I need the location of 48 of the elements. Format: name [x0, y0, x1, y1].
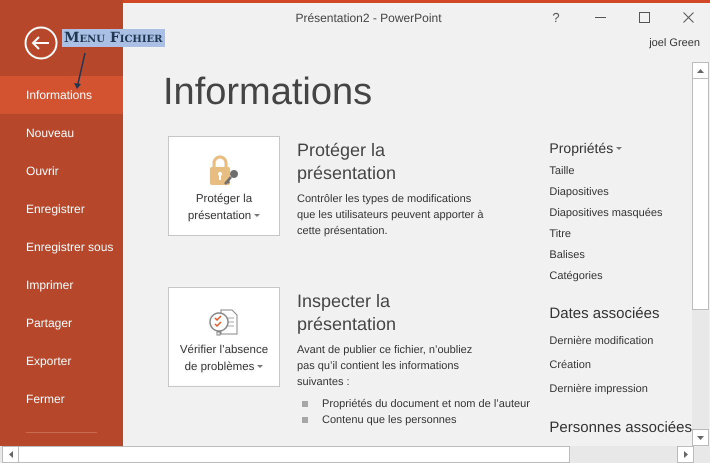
scroll-right-icon[interactable] — [684, 451, 688, 458]
sidebar-item[interactable]: Enregistrer sous — [0, 228, 123, 266]
user-name[interactable]: joel Green — [649, 37, 700, 49]
section-heading: Protéger la présentation — [297, 139, 398, 185]
window-title: Présentation2 - PowerPoint — [294, 10, 443, 24]
dropdown-caret-icon[interactable] — [616, 146, 622, 150]
bullet-text: Contenu que les personnes — [322, 413, 457, 428]
bullet-icon — [302, 401, 308, 407]
close-icon — [682, 12, 694, 23]
maximize-icon — [638, 12, 650, 23]
vertical-scrollbar[interactable] — [692, 62, 709, 446]
property-label: Diapositives masquées — [549, 206, 664, 221]
properties-heading: Personnes associées — [549, 418, 692, 438]
property-label: Dernière modification — [549, 334, 654, 349]
lock-key-icon — [207, 155, 241, 187]
sidebar-item[interactable]: Enregistrer — [0, 190, 123, 228]
help-button[interactable]: ? — [534, 4, 578, 32]
sidebar-item[interactable]: Fermer — [0, 380, 123, 418]
property-label: Catégories — [549, 269, 604, 284]
property-label: Création — [549, 358, 592, 373]
sidebar-item[interactable]: Partager — [0, 304, 123, 342]
horizontal-scrollbar[interactable] — [0, 446, 710, 463]
properties-heading: Dates associées — [549, 304, 660, 324]
section-description: Avant de publier ce fichier, n’oubliez pas qu’il contient les informations suivantes : — [297, 343, 474, 390]
sidebar-item[interactable]: Informations — [0, 76, 123, 114]
property-label: Taille — [549, 164, 576, 179]
section-description: Contrôler les types de modifications que les utilisateurs peuvent apporter à cette présentation. — [297, 192, 485, 239]
property-label: Titre — [549, 227, 572, 242]
property-label: Balises — [549, 248, 586, 263]
sidebar-item[interactable]: Ouvrir — [0, 152, 123, 190]
callout-arrow — [74, 52, 86, 89]
sidebar-item[interactable]: Exporter — [0, 342, 123, 380]
scroll-left-icon[interactable] — [8, 451, 12, 458]
protect-button[interactable]: Protéger la présentation — [168, 136, 280, 236]
sidebar-item[interactable]: Imprimer — [0, 266, 123, 304]
section-heading: Inspecter la présentation — [297, 290, 398, 336]
page-title: Informations — [163, 70, 374, 115]
callout-label: Menu Fichier — [62, 29, 164, 47]
property-label: Dernière impression — [549, 382, 649, 397]
scroll-up-icon[interactable] — [697, 68, 704, 72]
bullet-icon — [302, 417, 308, 423]
check-issues-button[interactable]: Vérifier l’absence de problèmes — [168, 287, 280, 387]
properties-heading[interactable]: Propriétés — [549, 138, 614, 158]
sidebar-item[interactable]: Nouveau — [0, 114, 123, 152]
scroll-down-icon[interactable] — [697, 436, 704, 440]
bullet-text: Propriétés du document et nom de l’auteur — [322, 397, 530, 412]
property-label: Diapositives — [549, 185, 610, 200]
back-button[interactable] — [24, 26, 58, 60]
